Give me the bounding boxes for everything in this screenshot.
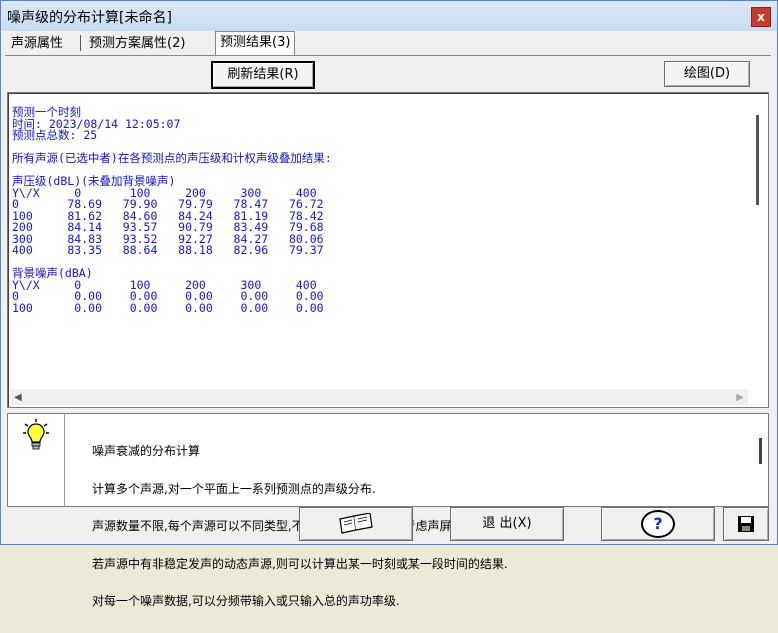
save-button[interactable] <box>723 507 769 541</box>
info-panel: 噪声衰减的分布计算 计算多个声源,对一个平面上一系列预测点的声级分布. 声源数量… <box>7 413 769 607</box>
lightbulb-icon <box>23 419 49 450</box>
tab-source-properties[interactable]: 声源属性 <box>11 33 63 55</box>
exit-button[interactable]: 退 出(X) <box>450 507 564 541</box>
horizontal-scrollbar[interactable]: ◀ ▶ <box>10 389 748 405</box>
vertical-scrollbar[interactable] <box>750 95 766 381</box>
help-button[interactable]: ? <box>601 507 715 541</box>
info-line: 对每一个噪声数据,可以分频带输入或只输入总的声功率级. <box>92 594 400 608</box>
results-text: 预测一个时刻 时间: 2023/08/14 12:05:07 预测点总数: 25… <box>12 105 332 315</box>
manual-book-button[interactable] <box>299 507 413 541</box>
info-line: 噪声衰减的分布计算 <box>92 444 201 458</box>
tab-plan-properties[interactable]: 预测方案属性(2) <box>89 33 185 55</box>
info-icon-cell <box>8 414 65 506</box>
close-icon: x <box>757 10 765 24</box>
close-button[interactable]: x <box>751 7 771 27</box>
book-icon <box>339 511 373 534</box>
tab-prediction-results[interactable]: 预测结果(3) <box>215 31 296 56</box>
scroll-left-icon[interactable]: ◀ <box>14 392 22 403</box>
app-window: 噪声级的分布计算[未命名] x 声源属性 预测方案属性(2) 预测结果(3) 刷… <box>0 0 778 607</box>
help-icon: ? <box>641 509 675 538</box>
info-line: 计算多个声源,对一个平面上一系列预测点的声级分布. <box>92 481 376 496</box>
save-disk-icon <box>738 515 754 532</box>
draw-button[interactable]: 绘图(D) <box>664 61 750 87</box>
scroll-right-icon[interactable]: ▶ <box>736 392 744 403</box>
results-output-panel[interactable]: 预测一个时刻 时间: 2023/08/14 12:05:07 预测点总数: 25… <box>7 92 769 408</box>
info-line: 若声源中有非稳定发声的动态声源,则可以计算出某一时刻或某一段时间的结果. <box>92 556 508 571</box>
tab-divider <box>5 55 771 56</box>
window-title: 噪声级的分布计算[未命名] <box>7 10 172 26</box>
tab-separator <box>80 35 81 51</box>
info-scroll-thumb[interactable] <box>759 438 762 464</box>
title-bar: 噪声级的分布计算[未命名] x <box>1 1 777 31</box>
scroll-thumb[interactable] <box>756 115 759 205</box>
refresh-results-button[interactable]: 刷新结果(R) <box>211 61 315 89</box>
